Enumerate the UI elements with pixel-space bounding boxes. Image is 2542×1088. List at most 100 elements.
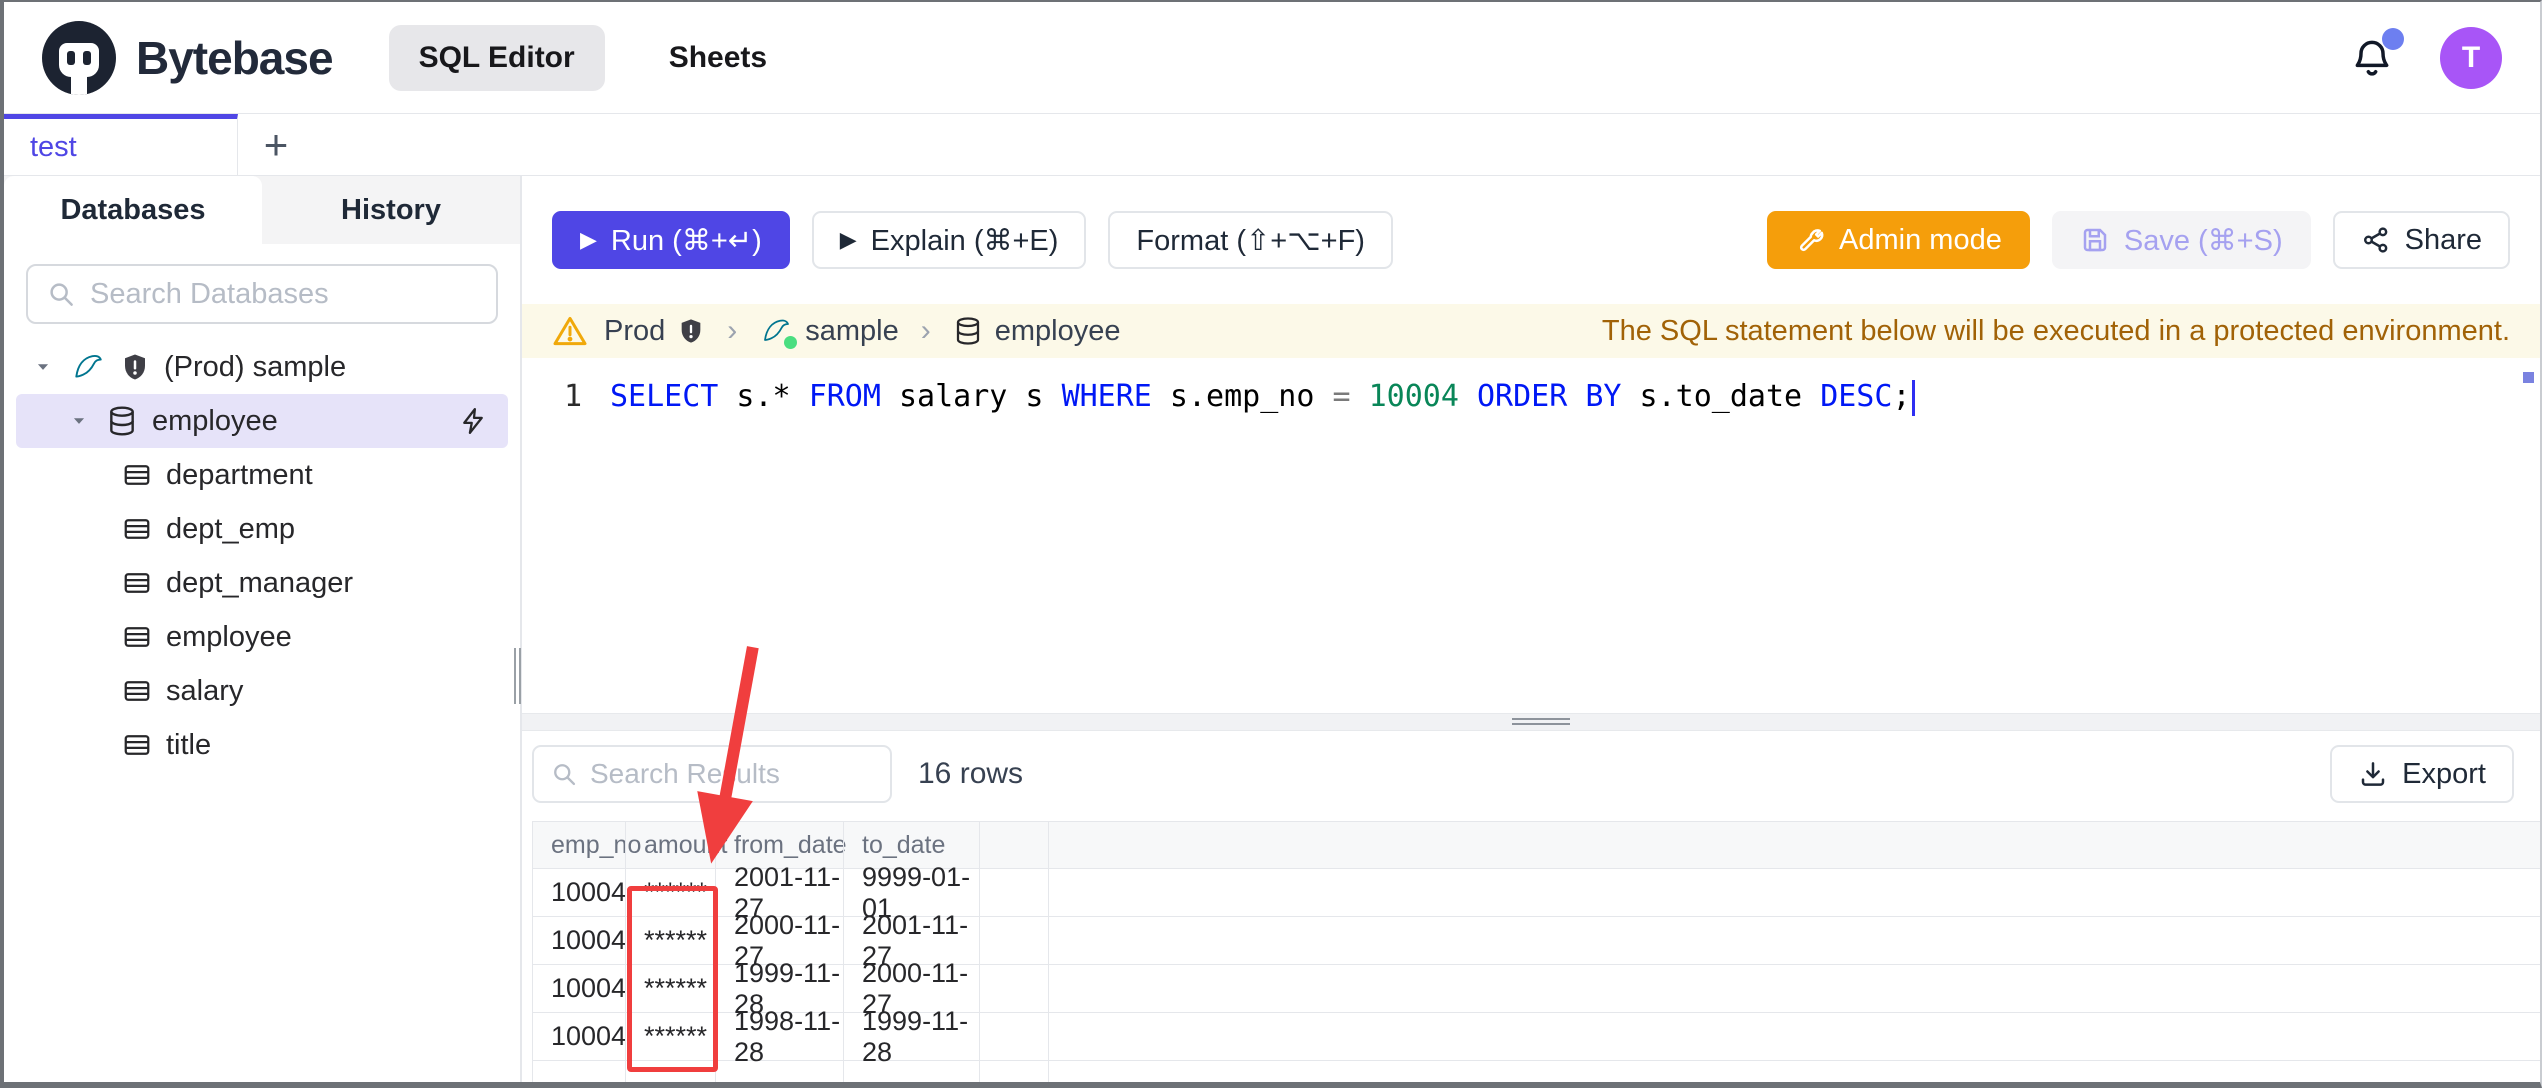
cell-empty <box>532 1061 625 1082</box>
code-line: 1 SELECT s.* FROM salary s WHERE s.emp_n… <box>552 374 2540 420</box>
bytebase-logo-icon <box>42 20 116 95</box>
tree-item-table-dept-manager[interactable]: dept_manager <box>4 556 520 610</box>
table-row[interactable]: 10004 ****** 1998-11-28 1999-11-28 <box>532 1006 2540 1067</box>
notification-badge <box>2382 27 2404 50</box>
share-button[interactable]: Share <box>2332 211 2510 269</box>
table-icon <box>122 514 152 544</box>
chevron-down-icon[interactable] <box>30 358 56 376</box>
tree-item-instance[interactable]: (Prod) sample <box>4 340 520 394</box>
tree-item-label: employee <box>166 620 292 653</box>
tab-databases[interactable]: Databases <box>4 176 262 244</box>
tree-item-database-employee[interactable]: employee <box>16 394 508 448</box>
cell-emp-no: 10004 <box>532 965 626 1012</box>
chevron-down-icon[interactable] <box>66 412 92 430</box>
worksheet-tab-bar: test + <box>4 114 2540 176</box>
results-toolbar: Search Results 16 rows Export <box>522 743 2540 805</box>
brand-name: Bytebase <box>136 31 334 84</box>
cell-empty <box>979 1061 1049 1082</box>
warning-triangle-icon <box>552 313 588 349</box>
brand[interactable]: Bytebase <box>42 20 334 95</box>
app-header: Bytebase SQL Editor Sheets T <box>4 2 2540 114</box>
cell-emp-no: 10004 <box>532 1013 626 1060</box>
protected-environment-message: The SQL statement below will be executed… <box>1601 314 2510 347</box>
overview-ruler-marker <box>2523 372 2534 383</box>
breadcrumb-table[interactable]: employee <box>953 315 1121 348</box>
breadcrumb-environment[interactable]: Prod <box>604 315 705 348</box>
column-header-amount[interactable]: amount <box>625 822 727 868</box>
tree-item-table-department[interactable]: department <box>4 448 520 502</box>
protected-environment-bar: Prod › sample › employee The SQL stateme… <box>522 304 2540 358</box>
tree-item-table-employee[interactable]: employee <box>4 610 520 664</box>
result-table: emp_no amount from_date to_date 10004 **… <box>532 821 2540 1082</box>
search-icon <box>554 764 576 786</box>
explain-button[interactable]: ▶ Explain (⌘+E) <box>811 211 1087 269</box>
save-button[interactable]: Save (⌘+S) <box>2051 211 2311 269</box>
results-panel: Search Results 16 rows Export emp_no amo… <box>522 731 2540 1082</box>
format-button[interactable]: Format (⇧+⌥+F) <box>1108 211 1393 269</box>
sidebar-tabs: Databases History <box>4 176 520 244</box>
tab-history[interactable]: History <box>262 176 520 244</box>
search-databases-placeholder: Search Databases <box>90 277 329 310</box>
cell-empty <box>979 917 1049 964</box>
search-databases-input[interactable]: Search Databases <box>26 264 498 324</box>
cell-empty <box>979 965 1049 1012</box>
cell-from-date: 1998-11-28 <box>715 1006 843 1067</box>
cell-amount-masked: ****** <box>625 869 715 916</box>
cell-empty <box>625 1061 715 1082</box>
save-icon <box>2080 225 2110 255</box>
nav-sheets[interactable]: Sheets <box>639 25 797 91</box>
breadcrumb-database[interactable]: sample <box>759 315 899 349</box>
tree-item-label: (Prod) sample <box>164 350 347 383</box>
bytebase-sql-editor-window: Bytebase SQL Editor Sheets T test + Data… <box>0 0 2542 1088</box>
column-header-empty <box>979 822 1049 868</box>
cell-empty <box>843 1061 979 1082</box>
breadcrumb-separator: › <box>920 314 931 347</box>
text-cursor <box>1911 379 1915 416</box>
cell-empty <box>979 869 1049 916</box>
quick-action-bolt-icon[interactable] <box>458 406 488 436</box>
tree-item-label: title <box>166 728 212 761</box>
row-count: 16 rows <box>918 757 1024 790</box>
table-icon <box>122 676 152 706</box>
column-header-emp-no[interactable]: emp_no <box>532 822 641 868</box>
tree-item-label: employee <box>152 404 278 437</box>
tree-item-label: dept_manager <box>166 566 354 599</box>
download-icon <box>2358 759 2388 789</box>
export-button[interactable]: Export <box>2330 745 2514 803</box>
table-icon <box>122 568 152 598</box>
cell-amount-masked: ****** <box>625 917 715 964</box>
admin-mode-button[interactable]: Admin mode <box>1767 211 2030 269</box>
mysql-icon <box>759 315 798 349</box>
tree-item-table-title[interactable]: title <box>4 718 520 772</box>
search-icon <box>50 283 73 306</box>
add-worksheet-button[interactable]: + <box>238 114 314 175</box>
notification-bell-icon[interactable] <box>2350 27 2404 80</box>
sql-editor[interactable]: 1 SELECT s.* FROM salary s WHERE s.emp_n… <box>522 358 2540 713</box>
table-icon <box>122 622 152 652</box>
worksheet-tab-test[interactable]: test <box>4 114 238 175</box>
nav-sql-editor[interactable]: SQL Editor <box>388 24 605 91</box>
tree-item-label: dept_emp <box>166 512 295 545</box>
line-number: 1 <box>563 379 582 414</box>
avatar[interactable]: T <box>2440 26 2502 89</box>
panel-split-divider[interactable] <box>522 713 2540 731</box>
sidebar-resize-handle[interactable] <box>514 648 522 704</box>
sql-code: SELECT s.* FROM salary s WHERE s.emp_no … <box>610 374 1915 420</box>
table-icon <box>122 730 152 760</box>
cell-amount-masked: ****** <box>625 1013 715 1060</box>
tree-item-table-dept-emp[interactable]: dept_emp <box>4 502 520 556</box>
tree-item-table-salary[interactable]: salary <box>4 664 520 718</box>
cell-to-date: 1999-11-28 <box>843 1006 979 1067</box>
search-results-input[interactable]: Search Results <box>532 745 892 803</box>
breadcrumb-separator: › <box>727 314 738 347</box>
split-drag-handle[interactable] <box>1512 718 1570 725</box>
table-row-partial[interactable] <box>532 1061 2540 1082</box>
database-icon <box>106 405 138 437</box>
shield-icon <box>677 317 705 345</box>
cell-amount-masked: ****** <box>625 965 715 1012</box>
editor-toolbar: ▶ Run (⌘+↵) ▶ Explain (⌘+E) Format (⇧+⌥+… <box>522 176 2540 304</box>
tree-item-label: department <box>166 458 313 491</box>
run-button[interactable]: ▶ Run (⌘+↵) <box>552 211 790 269</box>
cell-emp-no: 10004 <box>532 917 626 964</box>
wrench-icon <box>1795 225 1825 255</box>
